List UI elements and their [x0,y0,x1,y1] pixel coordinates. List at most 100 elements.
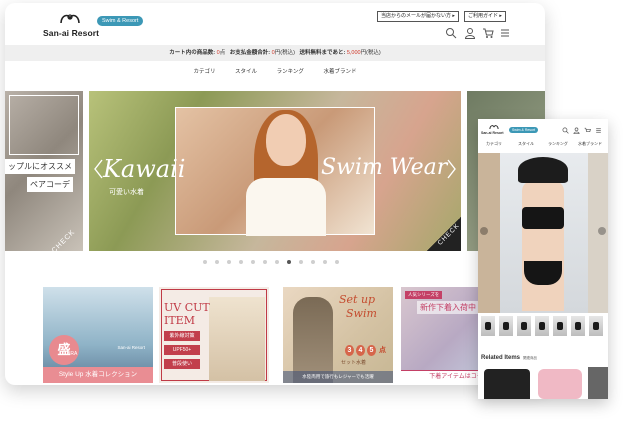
hero-kawaii-word: Kawaii [103,155,186,183]
carousel-dot[interactable] [263,260,267,264]
mobile-thumbnails [481,316,605,336]
related-item-2[interactable] [538,369,582,399]
mobile-model-hat [518,157,568,183]
main-nav: カテゴリ スタイル ランキング 水着ブランド [5,67,545,79]
mobile-next-arrow[interactable] [598,227,606,235]
mobile-product-image[interactable] [478,153,608,313]
user-icon[interactable] [464,27,476,39]
carousel-dot[interactable] [323,260,327,264]
cart-items-unit: 点 [219,50,226,56]
mail-help-button[interactable]: 当店からのメールが届かない方 ▸ [377,11,459,22]
cart-items-label: カート内の商品数: [169,50,216,56]
mobile-model-top [522,207,564,229]
mobile-model-bottom [524,261,562,285]
set-number-3: 3 [345,345,354,356]
mail-help-label: 当店からのメールが届かない方 [381,13,452,19]
set-number-5: 5 [367,345,376,356]
setup-title-line2: Swim [346,307,377,320]
related-title: Related Items [481,355,521,361]
product-thumbnail[interactable] [499,316,513,336]
mobile-logo[interactable]: San-ai Resort [481,124,507,138]
nav-item-ranking[interactable]: ランキング [277,67,304,75]
pair-coord-text: ペアコーデ [27,177,73,192]
nav-item-brand[interactable]: 水着ブランド [323,67,356,75]
free-shipping-unit: 円(税込) [360,50,381,56]
carousel-dot[interactable] [275,260,279,264]
product-thumbnail[interactable] [517,316,531,336]
set-swim-label: セット水着 [341,360,367,366]
tile-brand: San-ai Resort [117,345,145,350]
menu-icon[interactable] [499,27,511,39]
carousel-dot[interactable] [251,260,255,264]
mobile-nav-ranking[interactable]: ランキング [548,141,568,147]
uv-photo [209,297,265,381]
nav-item-category[interactable]: カテゴリ [194,67,216,75]
swim-resort-badge[interactable]: Swim & Resort [97,16,144,26]
popular-series-tag: 人気シリーズを [405,291,443,299]
thumbnail-figure [503,322,509,330]
carousel-dot[interactable] [299,260,303,264]
product-thumbnail[interactable] [553,316,567,336]
product-thumbnail[interactable] [481,316,495,336]
slide-frame [9,95,79,155]
couple-recommend-text: ップルにオススメ [5,159,75,174]
mobile-prev-arrow[interactable] [480,227,488,235]
cart-icon[interactable] [482,27,494,39]
related-item-3[interactable] [588,367,608,399]
bra-label: BRA [67,351,78,357]
free-shipping-value: 5,000 [346,50,361,56]
cart-icon[interactable] [584,127,591,134]
thumbnail-figure [539,322,545,330]
search-icon[interactable] [445,27,457,39]
mobile-nav-style[interactable]: スタイル [518,141,534,147]
check-corner[interactable]: CHECK [427,217,461,251]
mobile-nav-brand[interactable]: 水着ブランド [578,141,602,147]
tile-set-up-swim[interactable]: Set up Swim 3 4 5 点 セット水着 水陸両用で旅行もレジャーでも… [283,287,393,383]
hero-swimwear-word: Swim Wear [321,155,448,180]
carousel-dot[interactable] [311,260,315,264]
chevron-right-icon [447,159,456,179]
carousel-dot[interactable] [215,260,219,264]
thumbnail-figure [575,322,581,330]
check-label: CHECK [436,222,461,247]
uv-pill-3: 普段使い [164,359,200,369]
guide-button[interactable]: ご利用ガイド ▸ [464,11,506,22]
search-icon[interactable] [562,127,569,134]
tile-footer: 水陸両用で旅行もレジャーでも活躍 [283,371,393,383]
uv-title-line1: UV CUT [164,301,210,314]
hero-subtitle: 可愛い水着 [109,189,144,196]
menu-icon[interactable] [595,127,602,134]
hero-model-face [266,114,306,166]
hero-slide-previous[interactable]: ップルにオススメ ペアコーデ CHECK [5,91,83,254]
mobile-badge[interactable]: Swim & Resort [509,127,539,133]
tile-footer: Style Up 水着コレクション [43,367,153,383]
carousel-dot[interactable] [287,260,291,264]
tile-uv-cut[interactable]: UV CUT ITEM 紫外線対策 UPF50+ 普段使い [159,287,269,383]
mobile-nav-category[interactable]: カテゴリ [486,141,502,147]
tile-style-up[interactable]: 盛 BRA San-ai Resort Style Up 水着コレクション [43,287,153,383]
hero-slide-main[interactable]: Kawaii 可愛い水着 Swim Wear CHECK [89,91,461,251]
thumbnail-figure [521,322,527,330]
cart-summary-bar: カート内の商品数: 0点 お支払金額合計: 0円(税込) 送料無料まであと: 5… [5,45,545,61]
guide-label: ご利用ガイド [468,13,499,19]
site-logo[interactable]: San-ai Resort [43,12,103,40]
carousel-dots [203,260,353,266]
product-thumbnail[interactable] [535,316,549,336]
carousel-dot[interactable] [203,260,207,264]
check-label: CHECK [51,228,78,255]
related-subtitle: 関連商品 [523,356,538,360]
related-item-1[interactable] [484,369,530,399]
nav-item-style[interactable]: スタイル [235,67,257,75]
user-icon[interactable] [573,127,580,134]
thumbnail-figure [557,322,563,330]
mobile-model [522,181,564,311]
carousel-dot[interactable] [335,260,339,264]
mobile-logo-text: San-ai Resort [481,131,504,135]
product-thumbnail[interactable] [589,316,603,336]
product-thumbnail[interactable] [571,316,585,336]
carousel-dot[interactable] [239,260,243,264]
new-arrival-heading: 新作下着入荷中 [417,301,479,314]
mobile-view: San-ai Resort Swim & Resort カテゴリ スタイル ラン… [478,119,608,399]
site-header: San-ai Resort Swim & Resort 当店からのメールが届かな… [5,3,545,43]
carousel-dot[interactable] [227,260,231,264]
